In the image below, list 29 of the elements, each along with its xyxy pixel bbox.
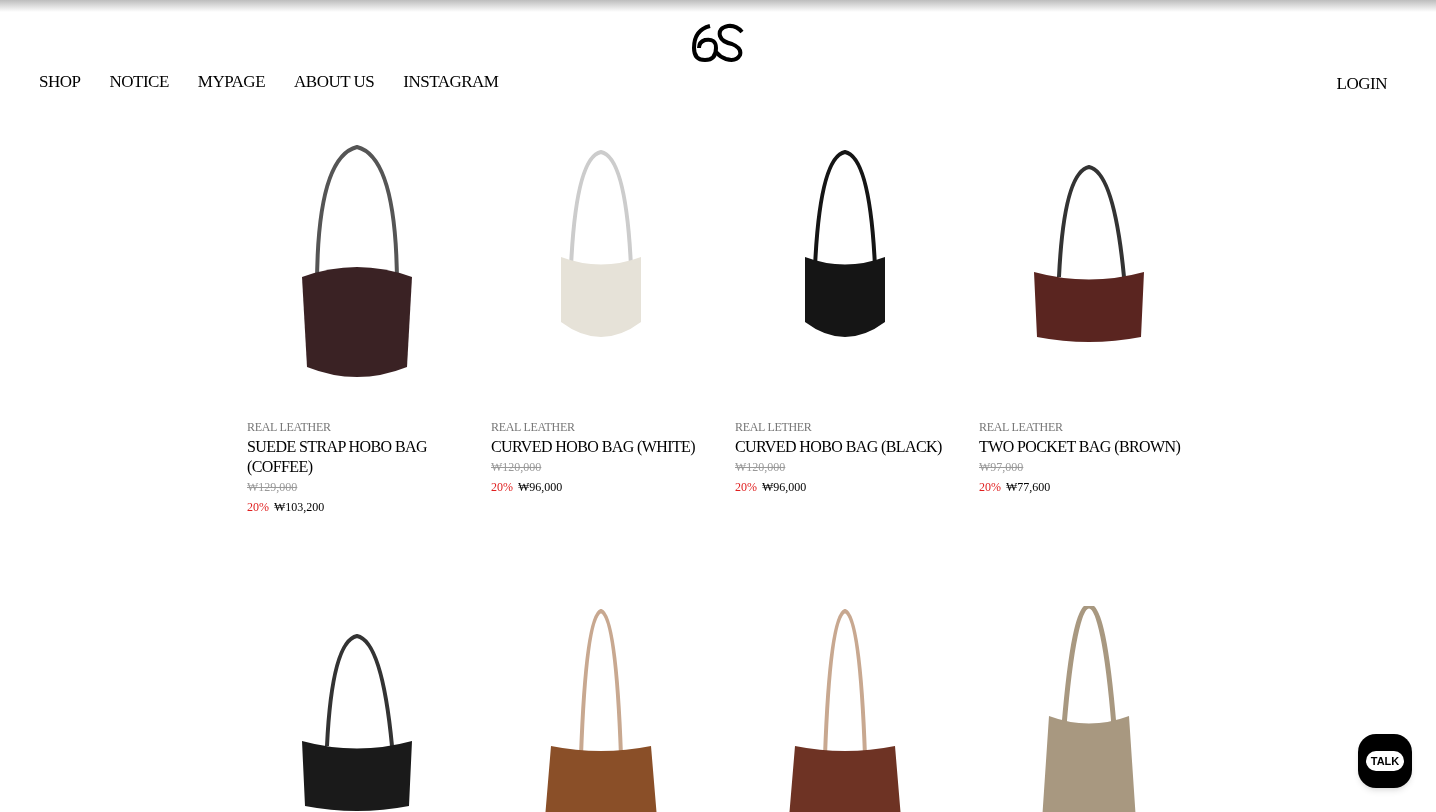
product-name[interactable]: CURVED HOBO BAG (BLACK) xyxy=(735,437,959,457)
product-name[interactable]: TWO POCKET BAG (BROWN) xyxy=(979,437,1203,457)
nav-link[interactable]: NOTICE xyxy=(109,69,169,95)
chat-button[interactable]: TALK xyxy=(1358,734,1412,788)
sale-price: ₩96,000 xyxy=(518,479,563,496)
discount-rate: 20% xyxy=(979,479,1001,496)
product-name[interactable]: CURVED HOBO BAG (WHITE) xyxy=(491,437,715,457)
product-name[interactable]: SUEDE STRAP HOBO BAG (COFFEE) xyxy=(247,437,471,477)
original-price: ₩120,000 xyxy=(735,459,787,476)
chat-bubble: TALK xyxy=(1365,750,1405,772)
sale-price: ₩103,200 xyxy=(274,499,325,516)
nav-link[interactable]: MYPAGE xyxy=(197,69,266,95)
brand-logo[interactable] xyxy=(690,22,746,64)
nav-link[interactable]: INSTAGRAM xyxy=(403,69,499,95)
sale-price: ₩77,600 xyxy=(1006,479,1051,496)
login-link[interactable]: LOGIN xyxy=(1336,71,1387,97)
discount-rate: 20% xyxy=(247,499,269,516)
product-category: REAL LEATHER xyxy=(247,419,332,436)
product-category: REAL LEATHER xyxy=(979,419,1064,436)
nav-link[interactable]: ABOUT US xyxy=(294,69,375,95)
product-category: REAL LEATHER xyxy=(491,419,576,436)
product-category: REAL LETHER xyxy=(735,419,813,436)
sale-price: ₩96,000 xyxy=(762,479,807,496)
original-price: ₩120,000 xyxy=(491,459,543,476)
discount-rate: 20% xyxy=(491,479,513,496)
original-price: ₩97,000 xyxy=(979,459,1025,476)
discount-rate: 20% xyxy=(735,479,757,496)
nav-link[interactable]: SHOP xyxy=(39,69,81,95)
original-price: ₩129,000 xyxy=(247,479,299,496)
